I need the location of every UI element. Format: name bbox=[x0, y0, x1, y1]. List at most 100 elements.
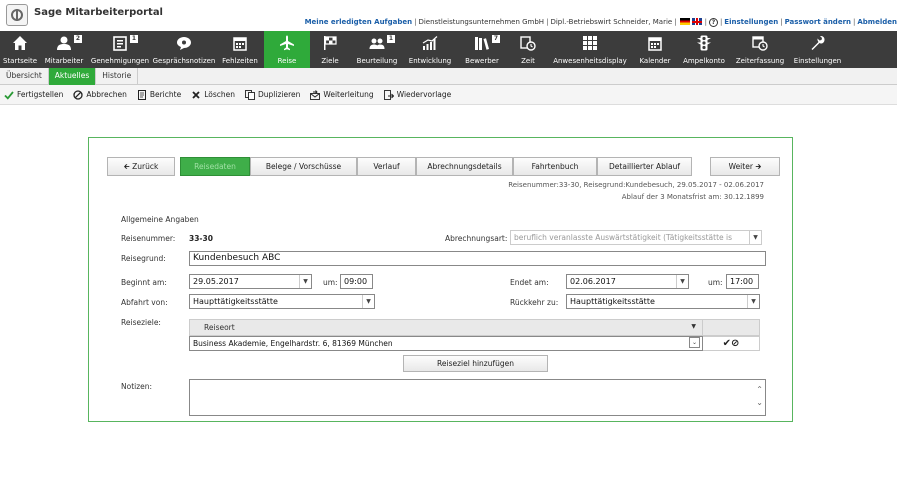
books-icon: 7 bbox=[474, 35, 500, 51]
nav-gespraechsnotizen[interactable]: Gesprächsnotizen bbox=[152, 31, 216, 68]
logout-link[interactable]: Abmelden bbox=[857, 18, 897, 26]
endet-time-input[interactable]: 17:00 bbox=[726, 274, 759, 289]
duplicate-button[interactable]: Duplizieren bbox=[245, 89, 300, 100]
reisenummer-label: Reisenummer: bbox=[121, 234, 176, 243]
nav-zeiterfassung[interactable]: Zeiterfassung bbox=[730, 31, 790, 68]
dropdown-arrow-icon: ▼ bbox=[749, 231, 761, 244]
nav-genehmigungen[interactable]: 1 Genehmigungen bbox=[88, 31, 152, 68]
tab-fahrtenbuch[interactable]: Fahrtenbuch bbox=[513, 157, 597, 176]
beginnt-date-input[interactable]: 29.05.2017 ▼ bbox=[189, 274, 312, 289]
arrow-right-icon: 🡲 bbox=[755, 162, 762, 171]
dropdown-arrow-icon: ▼ bbox=[747, 295, 759, 308]
nav-mitarbeiter[interactable]: 2 Mitarbeiter bbox=[40, 31, 88, 68]
abfahrt-select[interactable]: Haupttätigkeitsstätte ▼ bbox=[189, 294, 375, 309]
reisenummer-value: 33-30 bbox=[189, 234, 213, 243]
finish-button[interactable]: Fertigstellen bbox=[4, 90, 63, 100]
help-icon[interactable]: ? bbox=[708, 18, 718, 27]
tab-aktuelles[interactable]: Aktuelles bbox=[48, 68, 97, 85]
nav-kalender[interactable]: Kalender bbox=[632, 31, 678, 68]
english-flag-icon[interactable] bbox=[691, 18, 702, 25]
reisegrund-label: Reisegrund: bbox=[121, 254, 166, 263]
tab-abrechnungsdetails[interactable]: Abrechnungsdetails bbox=[416, 157, 513, 176]
rueckkehr-select[interactable]: Haupttätigkeitsstätte ▼ bbox=[566, 294, 760, 309]
beginnt-label: Beginnt am: bbox=[121, 278, 167, 287]
tab-verlauf[interactable]: Verlauf bbox=[357, 157, 416, 176]
tab-uebersicht[interactable]: Übersicht bbox=[0, 68, 49, 85]
notes-textarea[interactable]: ⌃ ⌄ bbox=[189, 379, 766, 416]
section-title: Allgemeine Angaben bbox=[121, 215, 199, 224]
clock-icon bbox=[520, 35, 536, 51]
nav-entwicklung[interactable]: Entwicklung bbox=[404, 31, 456, 68]
nav-bewerber[interactable]: 7 Bewerber bbox=[456, 31, 508, 68]
trip-summary: Reisenummer:33-30, Reisegrund:Kundebesuc… bbox=[508, 181, 764, 189]
travel-form-panel: 🡰 Zurück Reisedaten Belege / Vorschüsse … bbox=[88, 137, 793, 422]
tab-reisedaten[interactable]: Reisedaten bbox=[180, 157, 250, 176]
beginnt-um-label: um: bbox=[323, 278, 338, 287]
company-name: Dienstleistungsunternehmen GmbH bbox=[418, 18, 545, 26]
next-button[interactable]: Weiter 🡲 bbox=[710, 157, 780, 176]
user-name: Dipl.-Betriebswirt Schneider, Marie bbox=[550, 18, 673, 26]
deadline-info: Ablauf der 3 Monatsfrist am: 30.12.1899 bbox=[621, 193, 764, 201]
arrow-left-icon: 🡰 bbox=[123, 162, 130, 171]
reisegrund-input[interactable]: Kundenbesuch ABC bbox=[189, 251, 766, 266]
table-row[interactable]: Business Akademie, Engelhardstr. 6, 8136… bbox=[189, 336, 703, 351]
dropdown-arrow-icon[interactable]: ⌄ bbox=[689, 337, 700, 348]
dropdown-arrow-icon: ▼ bbox=[299, 275, 311, 288]
add-destination-button[interactable]: Reiseziel hinzufügen bbox=[403, 355, 548, 372]
nav-startseite[interactable]: Startseite bbox=[0, 31, 40, 68]
german-flag-icon[interactable] bbox=[679, 18, 690, 25]
row-actions: ✔⊘ bbox=[703, 336, 760, 351]
back-button[interactable]: 🡰 Zurück bbox=[107, 157, 175, 176]
endet-label: Endet am: bbox=[510, 278, 549, 287]
calendar-clock-icon bbox=[752, 35, 768, 51]
chart-icon bbox=[422, 35, 438, 51]
delete-button[interactable]: Löschen bbox=[191, 90, 235, 100]
grid-header-reiseort[interactable]: Reiseort ▼ bbox=[189, 319, 703, 336]
nav-ziele[interactable]: Ziele bbox=[310, 31, 350, 68]
resubmit-button[interactable]: Wiedervorlage bbox=[383, 89, 451, 100]
beginnt-time-input[interactable]: 09:00 bbox=[340, 274, 373, 289]
reiseziele-label: Reiseziele: bbox=[121, 318, 161, 327]
dropdown-arrow-icon: ▼ bbox=[676, 275, 688, 288]
change-password-link[interactable]: Passwort ändern bbox=[785, 18, 851, 26]
nav-zeit[interactable]: Zeit bbox=[508, 31, 548, 68]
cancel-icon[interactable]: ⊘ bbox=[731, 338, 739, 349]
notizen-label: Notizen: bbox=[121, 382, 153, 391]
nav-beurteilung[interactable]: 1 Beurteilung bbox=[350, 31, 404, 68]
wrench-icon bbox=[810, 35, 826, 51]
report-icon bbox=[137, 89, 147, 100]
flag-icon bbox=[322, 35, 338, 51]
checkmark-icon bbox=[4, 90, 14, 100]
cancel-button[interactable]: Abbrechen bbox=[73, 89, 127, 100]
my-tasks-link[interactable]: Meine erledigten Aufgaben bbox=[305, 18, 413, 26]
nav-fehlzeiten[interactable]: Fehlzeiten bbox=[216, 31, 264, 68]
resubmit-icon bbox=[383, 89, 394, 100]
scroll-arrows-icon[interactable]: ⌃ ⌄ bbox=[756, 383, 763, 409]
forward-button[interactable]: Weiterleitung bbox=[310, 89, 374, 100]
settings-link[interactable]: Einstellungen bbox=[724, 18, 778, 26]
chat-icon bbox=[176, 35, 192, 51]
tab-belege-vorschuesse[interactable]: Belege / Vorschüsse bbox=[250, 157, 357, 176]
forward-envelope-icon bbox=[310, 89, 321, 100]
sub-navigation: Übersicht Aktuelles Historie bbox=[0, 68, 897, 85]
action-toolbar: Fertigstellen Abbrechen Berichte Löschen… bbox=[0, 85, 897, 105]
clipboard-icon: 1 bbox=[112, 35, 138, 51]
nav-ampelkonto[interactable]: Ampelkonto bbox=[678, 31, 730, 68]
nav-anwesenheitsdisplay[interactable]: Anwesenheitsdisplay bbox=[548, 31, 632, 68]
reports-button[interactable]: Berichte bbox=[137, 89, 181, 100]
confirm-checkmark-icon[interactable]: ✔ bbox=[723, 338, 731, 349]
nav-reise[interactable]: Reise bbox=[264, 31, 310, 68]
airplane-icon bbox=[279, 35, 295, 51]
tab-historie[interactable]: Historie bbox=[96, 68, 139, 85]
rueckkehr-label: Rückkehr zu: bbox=[510, 298, 559, 307]
abrechnungsart-select[interactable]: beruflich veranlasste Auswärtstätigkeit … bbox=[510, 230, 762, 245]
calendar-icon bbox=[647, 35, 663, 51]
nav-einstellungen[interactable]: Einstellungen bbox=[790, 31, 845, 68]
sort-down-icon[interactable]: ▼ bbox=[691, 323, 696, 330]
app-title: Sage Mitarbeiterportal bbox=[34, 7, 163, 18]
duplicate-icon bbox=[245, 89, 255, 100]
grid-header-actions bbox=[703, 319, 760, 336]
tab-detaillierter-ablauf[interactable]: Detaillierter Ablauf bbox=[597, 157, 692, 176]
group-icon: 1 bbox=[369, 35, 395, 51]
endet-date-input[interactable]: 02.06.2017 ▼ bbox=[566, 274, 689, 289]
